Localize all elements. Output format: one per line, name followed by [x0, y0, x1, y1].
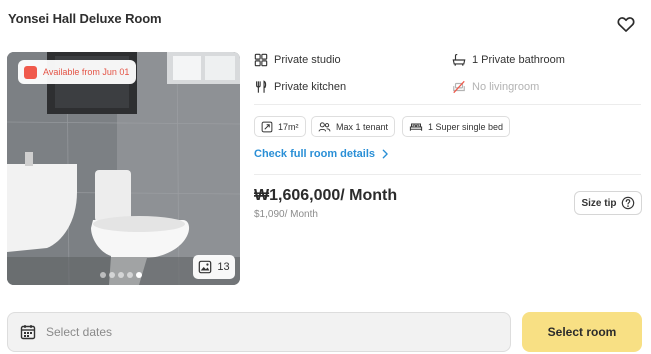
sofa-crossed-icon [453, 80, 465, 94]
converted-price: $1,090/ Month [254, 209, 318, 220]
image-icon [199, 260, 212, 274]
select-dates-field[interactable]: Select dates [7, 312, 511, 352]
amenity-private-kitchen: Private kitchen [254, 80, 346, 94]
select-dates-placeholder: Select dates [46, 325, 113, 339]
room-details-link[interactable]: Check full room details [254, 148, 389, 160]
utensils-icon [256, 80, 267, 93]
image-count-button[interactable]: 13 [193, 255, 235, 279]
chip-tenants: Max 1 tenant [311, 116, 396, 137]
chip-label: Max 1 tenant [336, 121, 389, 132]
gallery-dot[interactable] [109, 272, 115, 278]
divider [254, 104, 641, 105]
room-photo [7, 52, 240, 285]
size-tip-label: Size tip [581, 197, 617, 209]
users-icon [318, 121, 331, 131]
bathtub-icon [452, 54, 466, 66]
amenity-label: No livingroom [472, 81, 540, 93]
image-count: 13 [217, 261, 230, 273]
chip-label: 1 Super single bed [428, 121, 504, 132]
area-icon [261, 121, 273, 132]
amenity-private-studio: Private studio [254, 53, 341, 67]
room-photo-gallery[interactable]: Available from Jun 01 13 [7, 52, 240, 285]
amenity-label: Private studio [274, 54, 341, 66]
chevron-right-icon [382, 149, 388, 159]
amenity-label: 1 Private bathroom [472, 54, 565, 66]
gallery-dot-active[interactable] [136, 272, 142, 278]
room-title: Yonsei Hall Deluxe Room [8, 11, 162, 26]
room-details-label: Check full room details [254, 148, 376, 160]
gallery-dot[interactable] [100, 272, 106, 278]
select-room-button[interactable]: Select room [522, 312, 642, 352]
heart-icon[interactable] [616, 14, 636, 34]
chip-label: 17m² [278, 121, 299, 132]
amenity-no-livingroom: No livingroom [452, 80, 539, 94]
bed-icon [409, 123, 423, 131]
studio-icon [254, 53, 268, 67]
availability-badge: Available from Jun 01 [18, 60, 137, 84]
chip-area: 17m² [254, 116, 306, 137]
gallery-dot[interactable] [127, 272, 133, 278]
size-tip-button[interactable]: Size tip [574, 191, 642, 215]
help-icon [621, 196, 634, 210]
availability-text: Available from Jun 01 [43, 67, 130, 77]
calendar-flag-icon [24, 65, 37, 79]
gallery-dot[interactable] [118, 272, 124, 278]
chip-bed: 1 Super single bed [402, 116, 511, 137]
gallery-dots[interactable] [100, 272, 142, 278]
monthly-price: ₩1,606,000/ Month [254, 187, 398, 204]
divider [254, 174, 641, 175]
amenity-label: Private kitchen [274, 81, 347, 93]
calendar-icon [20, 325, 36, 340]
amenity-private-bathroom: 1 Private bathroom [452, 53, 565, 67]
